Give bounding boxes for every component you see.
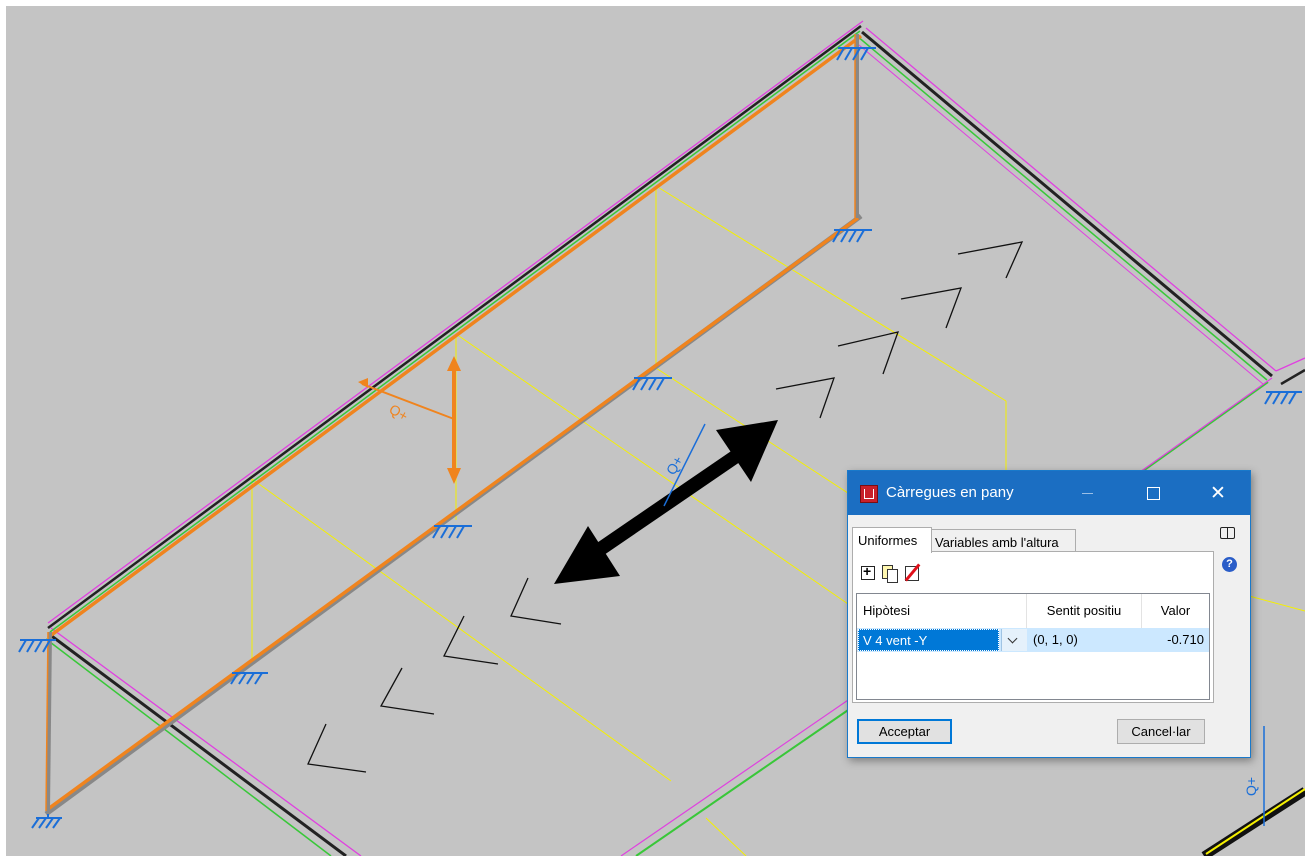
delete-row-icon[interactable] <box>904 565 920 581</box>
hipotesi-select[interactable]: V 4 vent -Y <box>858 629 999 651</box>
dialog-title-bar[interactable]: Càrregues en pany ✕ <box>848 471 1250 515</box>
accept-button[interactable]: Acceptar <box>857 719 952 744</box>
tab-label: Variables amb l'altura <box>935 535 1059 550</box>
frame-bottom-beam <box>44 213 863 817</box>
help-book-icon[interactable] <box>1220 525 1236 539</box>
tab-variables-altura[interactable]: Variables amb l'altura <box>930 529 1076 552</box>
wind-direction-icon <box>554 420 778 584</box>
column-header-sentit[interactable]: Sentit positiu <box>1027 594 1142 628</box>
frame-top-beam <box>47 20 864 638</box>
cancel-button[interactable]: Cancel·lar <box>1117 719 1205 744</box>
frame-columns <box>45 34 859 812</box>
tab-label: Uniformes <box>858 533 918 548</box>
load-label-blue: Q+ <box>663 453 686 478</box>
load-label-orange: Q+ <box>387 401 412 424</box>
load-label-blue-right: Q+ <box>1243 777 1259 796</box>
column-header-hipotesi[interactable]: Hipòtesi <box>857 594 1027 628</box>
close-button[interactable]: ✕ <box>1195 471 1241 515</box>
column-header-valor[interactable]: Valor <box>1142 594 1209 628</box>
copy-row-icon[interactable] <box>882 565 898 583</box>
loads-table: Hipòtesi Sentit positiu Valor V 4 vent -… <box>856 593 1210 700</box>
load-arrow-icon <box>358 356 461 484</box>
table-row[interactable]: V 4 vent -Y (0, 1, 0) -0.710 <box>857 628 1209 652</box>
support-icon <box>632 377 672 391</box>
support-icon <box>832 229 872 243</box>
loads-dialog: Càrregues en pany ✕ Uniformes Variables … <box>847 470 1251 758</box>
roof-edge-right <box>852 27 1305 477</box>
app-icon <box>860 485 878 503</box>
support-icon <box>230 672 268 685</box>
help-icon[interactable]: ? <box>1222 557 1237 572</box>
maximize-button[interactable] <box>1130 471 1176 515</box>
support-icon <box>1264 391 1302 405</box>
valor-cell[interactable]: -0.710 <box>1142 628 1204 652</box>
minimize-button[interactable] <box>1064 471 1110 515</box>
support-icon <box>31 814 62 829</box>
sentit-cell[interactable]: (0, 1, 0) <box>1033 628 1078 652</box>
chevron-down-icon[interactable] <box>1001 629 1027 651</box>
tab-uniformes[interactable]: Uniformes <box>852 527 932 553</box>
add-row-icon[interactable] <box>860 563 876 581</box>
support-icon <box>432 525 472 539</box>
dialog-title: Càrregues en pany <box>886 484 1014 501</box>
